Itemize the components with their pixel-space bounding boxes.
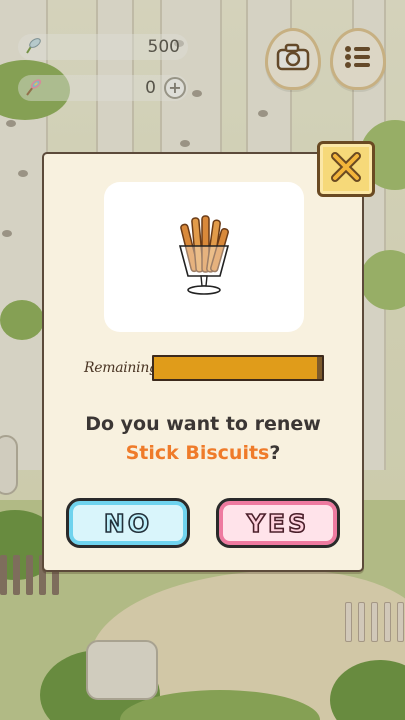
remaining-row: Remaining — [84, 354, 324, 382]
question-mark: ? — [269, 442, 281, 464]
item-card — [104, 182, 304, 332]
stick-biscuits-in-glass-icon — [172, 210, 236, 304]
remaining-label: Remaining — [84, 360, 158, 376]
item-name: Stick Biscuits — [125, 442, 270, 464]
remaining-progress-fill — [154, 357, 317, 379]
remaining-progress-bar — [152, 355, 324, 381]
renew-item-dialog: Remaining Do you want to renew Stick Bis… — [42, 152, 364, 572]
close-button[interactable] — [317, 141, 375, 197]
no-button[interactable]: NO — [66, 498, 190, 548]
renew-question: Do you want to renew Stick Biscuits? — [44, 410, 362, 468]
close-icon — [329, 150, 363, 188]
yes-button[interactable]: YES — [216, 498, 340, 548]
question-item-line: Stick Biscuits? — [44, 439, 362, 468]
question-line: Do you want to renew — [85, 413, 321, 435]
